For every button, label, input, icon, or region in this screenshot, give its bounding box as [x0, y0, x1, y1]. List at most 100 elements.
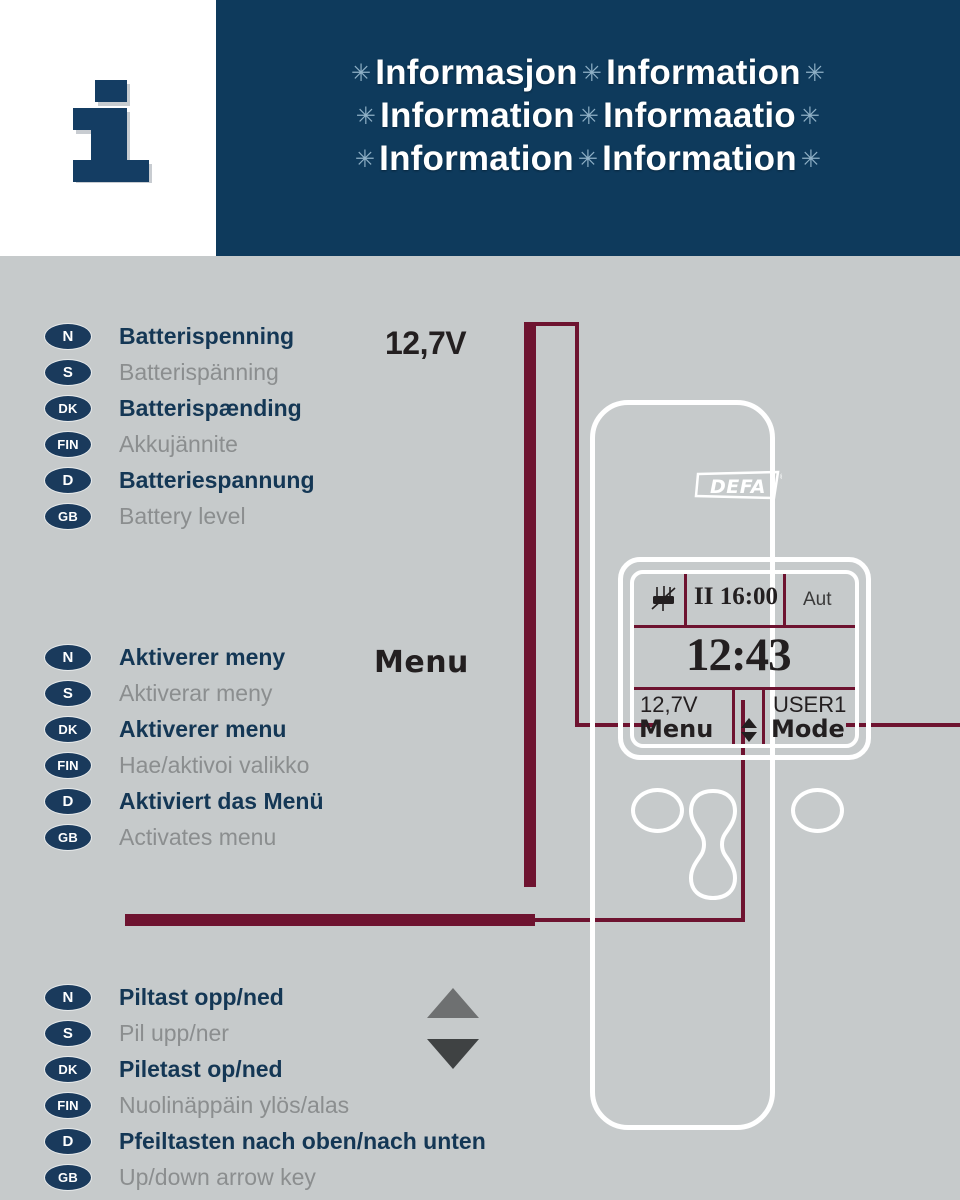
snowflake-icon: ✳ [355, 103, 377, 130]
lang-row: GB Up/down arrow key [44, 1159, 486, 1195]
lang-badge-dk: DK [44, 715, 92, 743]
lcd-menu-softkey[interactable]: Menu [639, 715, 713, 743]
battery-voltage-callout: 12,7V [385, 325, 467, 361]
header-word-informaatio: Informaatio [603, 96, 796, 135]
lang-row: N Piltast opp/ned [44, 979, 486, 1015]
lcd-vline-plug [684, 574, 687, 628]
lang-label-s: Aktiverar meny [119, 679, 273, 706]
menu-button[interactable] [631, 788, 684, 833]
lang-label-d: Aktiviert das Menü [119, 787, 324, 814]
snowflake-icon: ✳ [578, 103, 600, 130]
lang-row: DK Aktiverer menu [44, 711, 324, 747]
lang-badge-d: D [44, 787, 92, 815]
lang-badge-s: S [44, 358, 92, 386]
lang-badge-n: N [44, 322, 92, 350]
lang-label-d: Batteriespannung [119, 466, 315, 493]
header-word-information-dk: Information [380, 96, 575, 135]
lang-badge-dk: DK [44, 394, 92, 422]
lcd-auto-mode: Aut [803, 589, 832, 610]
snowflake-icon: ✳ [577, 146, 599, 173]
lang-row: FIN Akkujännite [44, 426, 315, 462]
lang-label-d: Pfeiltasten nach oben/nach unten [119, 1127, 486, 1154]
lang-label-fin: Akkujännite [119, 430, 238, 457]
svg-text:DEFA: DEFA [710, 476, 766, 498]
lang-row: N Batterispenning [44, 318, 315, 354]
snowflake-icon: ✳ [800, 146, 822, 173]
snowflake-icon: ✳ [799, 103, 821, 130]
lang-row: S Aktiverar meny [44, 675, 324, 711]
lang-badge-fin: FIN [44, 751, 92, 779]
arrow-down-icon [427, 1039, 479, 1069]
lang-badge-fin: FIN [44, 430, 92, 458]
lcd-timer-value: II 16:00 [694, 583, 779, 610]
info-i-icon [55, 68, 170, 183]
menu-callout: Menu [374, 645, 469, 680]
lang-label-gb: Activates menu [119, 823, 277, 850]
lang-row: GB Battery level [44, 498, 315, 534]
lang-label-s: Batterispänning [119, 358, 279, 385]
connector-menu-thick-vertical [524, 322, 536, 887]
lang-badge-n: N [44, 643, 92, 671]
snowflake-icon: ✳ [350, 60, 372, 87]
lang-label-dk: Batterispænding [119, 394, 302, 421]
header-line-2: ✳ Information ✳ Informaatio ✳ [216, 95, 960, 138]
svg-text:®: ® [779, 473, 782, 481]
lang-label-gb: Battery level [119, 502, 246, 529]
updown-rocker-button[interactable] [688, 788, 738, 901]
section-arrow-key: N Piltast opp/ned S Pil upp/ner DK Pilet… [44, 979, 486, 1195]
lang-row: D Aktiviert das Menü [44, 783, 324, 819]
lang-label-gb: Up/down arrow key [119, 1163, 316, 1190]
section-battery-level: N Batterispenning S Batterispänning DK B… [44, 318, 315, 534]
power-plug-icon [650, 584, 678, 614]
lang-badge-d: D [44, 1127, 92, 1155]
lang-label-s: Pil upp/ner [119, 1019, 229, 1046]
lang-badge-gb: GB [44, 502, 92, 530]
lang-label-fin: Hae/aktivoi valikko [119, 751, 310, 778]
device-body [590, 400, 775, 1130]
header-line-3: ✳ Information ✳ Information ✳ [216, 138, 960, 181]
lcd-vline-mode [762, 687, 765, 744]
lang-row: DK Batterispænding [44, 390, 315, 426]
defa-logo: DEFA ® [694, 470, 786, 502]
connector-menu-thin-vertical [575, 322, 579, 727]
lang-label-n: Piltast opp/ned [119, 983, 284, 1010]
header-word-information-se: Information [606, 53, 801, 92]
lcd-vline-aut [783, 574, 786, 628]
lang-row: DK Piletast op/ned [44, 1051, 486, 1087]
lang-label-fin: Nuolinäppäin ylös/alas [119, 1091, 350, 1118]
lang-badge-gb: GB [44, 1163, 92, 1191]
header-word-information-de: Information [379, 139, 574, 178]
lang-row: S Batterispänning [44, 354, 315, 390]
snowflake-icon: ✳ [804, 60, 826, 87]
up-down-arrows-icon[interactable] [740, 717, 758, 743]
header-word-informasjon: Informasjon [375, 53, 578, 92]
lang-row: D Pfeiltasten nach oben/nach unten [44, 1123, 486, 1159]
lang-badge-s: S [44, 679, 92, 707]
mode-button[interactable] [791, 788, 844, 833]
connector-arrow-thick-horizontal [125, 914, 535, 926]
lang-label-n: Batterispenning [119, 322, 295, 349]
page-header: ✳ Informasjon ✳ Information ✳ ✳ Information ✳ I… [0, 0, 960, 256]
lang-row: GB Activates menu [44, 819, 324, 855]
lang-badge-s: S [44, 1019, 92, 1047]
lang-badge-gb: GB [44, 823, 92, 851]
lang-label-dk: Piletast op/ned [119, 1055, 283, 1082]
header-line-1: ✳ Informasjon ✳ Information ✳ [216, 52, 960, 95]
header-word-information-gb: Information [602, 139, 797, 178]
lcd-hline-bottom [634, 687, 855, 690]
section-activates-menu: N Aktiverer meny S Aktiverar meny DK Akt… [44, 639, 324, 855]
lang-row: S Pil upp/ner [44, 1015, 486, 1051]
lcd-clock: 12:43 [686, 629, 792, 681]
lang-badge-n: N [44, 983, 92, 1011]
snowflake-icon: ✳ [581, 60, 603, 87]
lang-row: D Batteriespannung [44, 462, 315, 498]
lang-badge-fin: FIN [44, 1091, 92, 1119]
lang-row: FIN Nuolinäppäin ylös/alas [44, 1087, 486, 1123]
lcd-vline-menu [732, 687, 735, 744]
connector-menu-top-cap [524, 322, 579, 326]
lcd-mode-softkey[interactable]: Mode [771, 715, 845, 743]
lang-badge-d: D [44, 466, 92, 494]
header-title-block: ✳ Informasjon ✳ Information ✳ ✳ Information ✳ I… [216, 52, 960, 181]
arrow-up-icon [427, 988, 479, 1018]
snowflake-icon: ✳ [354, 146, 376, 173]
